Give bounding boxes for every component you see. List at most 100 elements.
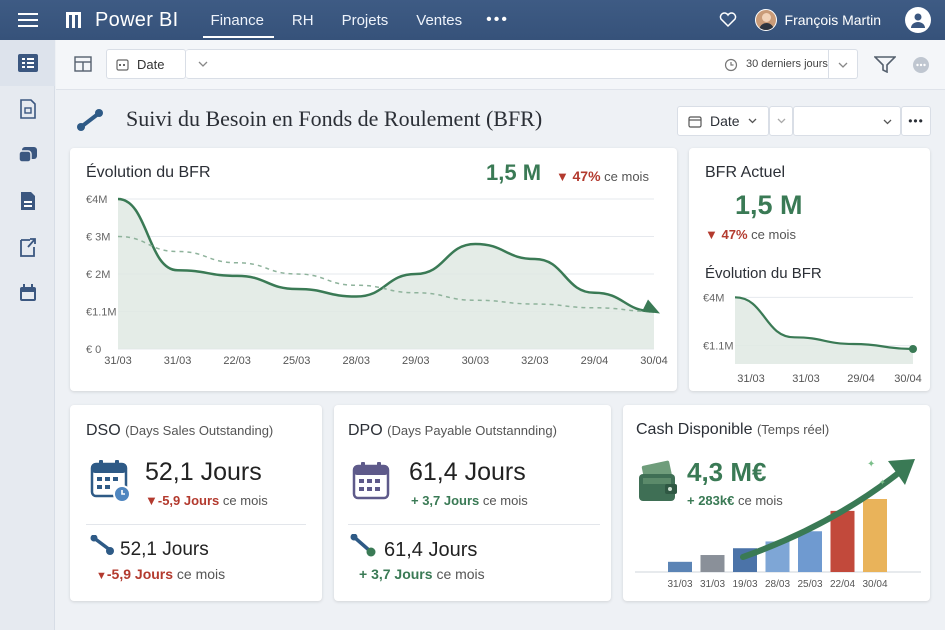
calendar-icon [352,462,390,500]
bfr-area-chart: €4M€ 3M€ 2M€1.1M€ 031/03 31/03 22/03 25/03 2… [86,194,668,367]
page-date-label: Date [710,113,740,129]
wrench-icon [77,109,103,131]
x-tick-label: 28/03 [765,579,790,590]
x-tick-label: 31/03 [792,373,820,385]
y-tick-label: € 0 [86,344,101,356]
y-tick-label: €4M [86,194,107,206]
rail-item-calendar[interactable] [0,270,55,316]
chevron-down-icon [748,118,757,124]
dpo-title: DPO (Days Payable Outstannding) [348,422,557,440]
x-tick-label: 29/04 [581,355,609,367]
cash-card: Cash Disponible (Temps réel) 4,3 M€ + 28… [623,405,930,601]
rail-item-file[interactable] [0,178,55,224]
dso-subtitle: (Days Sales Outstanding) [125,423,274,438]
x-tick-label: 25/03 [797,579,822,590]
hamburger-icon [17,13,38,27]
period-label: 30 derniers jours [746,58,828,70]
cash-bar [798,531,822,572]
filter-toolbar: Date 30 derniers jours [56,40,945,90]
period-selector[interactable]: 30 derniers jours [186,49,858,79]
cash-bar [830,510,855,572]
nav-finance[interactable]: Finance [197,0,278,40]
date-filter[interactable]: Date [106,49,186,79]
document-icon [19,99,36,119]
calendar-small-icon [116,58,129,71]
user-name[interactable]: François Martin [785,12,881,28]
dpo-delta-value: + 3,7 Jours [411,493,480,508]
dso-delta-suffix: ce mois [222,493,268,508]
dpo-delta-suffix: ce mois [482,493,528,508]
divider [348,524,600,525]
powerbi-logo-icon [66,12,81,28]
page-filter-toggle[interactable] [769,106,793,136]
nav-projets[interactable]: Projets [328,0,403,40]
arrow-down-icon: ▼ [145,493,158,508]
menu-button[interactable] [0,0,55,40]
page-header: Suivi du Besoin en Fonds de Roulement (B… [70,98,932,142]
x-tick-label: 25/03 [283,355,311,367]
nav-rh[interactable]: RH [278,0,328,40]
dso-title-text: DSO [86,422,121,439]
page-more-button[interactable]: ••• [901,106,931,136]
x-tick-label: 31/03 [737,373,765,385]
user-avatar[interactable] [754,9,777,31]
dso-delta-secondary: ▼-5,9 Jours ce mois [96,566,225,582]
dpo-card: DPO (Days Payable Outstannding) 61,4 Jou… [334,405,611,601]
date-filter-label: Date [137,56,165,72]
dpo-delta2-suffix: ce mois [436,566,485,582]
x-tick-label: 19/03 [732,579,757,590]
page-date-filter[interactable]: Date [677,106,769,136]
sparkle-icon: ✦ [879,478,886,487]
bfr-actuel-card: BFR Actuel 1,5 M ▼ 47% ce mois Évolution… [689,148,930,391]
rail-item-list[interactable] [0,40,55,86]
nav-more-button[interactable]: ••• [476,0,519,40]
list-icon [17,54,38,72]
dso-value: 52,1 Jours [145,458,262,486]
arrow-down-icon: ▼ [96,570,107,582]
top-bar: Power BI Finance RH Projets Ventes ••• F… [0,0,945,40]
rail-item-chat[interactable] [0,132,55,178]
dpo-delta2-value: + 3,7 Jours [359,566,433,582]
rail-item-export[interactable] [0,224,55,270]
cash-bar [700,555,725,572]
dso-card: DSO (Days Sales Outstanding) 52,1 Jours … [70,405,322,601]
dso-value-secondary: 52,1 Jours [120,539,209,560]
rail-item-report[interactable] [0,86,55,132]
dso-delta-value: -5,9 Jours [157,493,220,508]
top-nav: Finance RH Projets Ventes ••• [197,0,519,40]
area-fill [735,297,913,364]
chevron-down-icon [777,118,785,124]
page-title: Suivi du Besoin en Fonds de Roulement (B… [126,106,543,131]
brand-name: Power BI [95,8,179,31]
x-tick-label: 22/04 [830,579,855,590]
bfr-evolution-card: Évolution du BFR 1,5 M ▼ 47% ce mois €4M… [70,148,677,391]
wrench-icon [90,535,114,555]
x-tick-label: 30/04 [640,355,668,367]
dpo-subtitle: (Days Payable Outstannding) [387,423,557,438]
top-right-area: François Martin [719,0,945,40]
x-tick-label: 31/03 [700,579,725,590]
y-tick-label: € 3M [86,232,110,244]
table-view-icon[interactable] [74,56,92,72]
page-value-select[interactable] [793,106,901,136]
sparkle-icon: ✦ [867,459,875,470]
trend-arrow-head [642,299,660,314]
heart-icon[interactable] [719,12,737,28]
left-rail [0,40,55,630]
dso-delta2-suffix: ce mois [176,566,226,582]
calendar-clock-icon [90,460,131,503]
clock-icon [724,58,738,72]
calendar-icon [19,284,36,301]
x-tick-label: 32/03 [521,355,549,367]
x-tick-label: 30/03 [462,355,490,367]
profile-button[interactable] [905,7,931,33]
more-circle-icon[interactable] [912,56,930,74]
x-tick-label: 28/03 [342,355,370,367]
chevron-down-icon [198,61,208,67]
filter-icon[interactable] [874,55,896,73]
dpo-delta: + 3,7 Jours ce mois [411,493,528,508]
brand[interactable]: Power BI [65,9,179,32]
nav-ventes[interactable]: Ventes [402,0,476,40]
y-tick-label: € 2M [86,269,110,281]
end-point [909,345,917,353]
